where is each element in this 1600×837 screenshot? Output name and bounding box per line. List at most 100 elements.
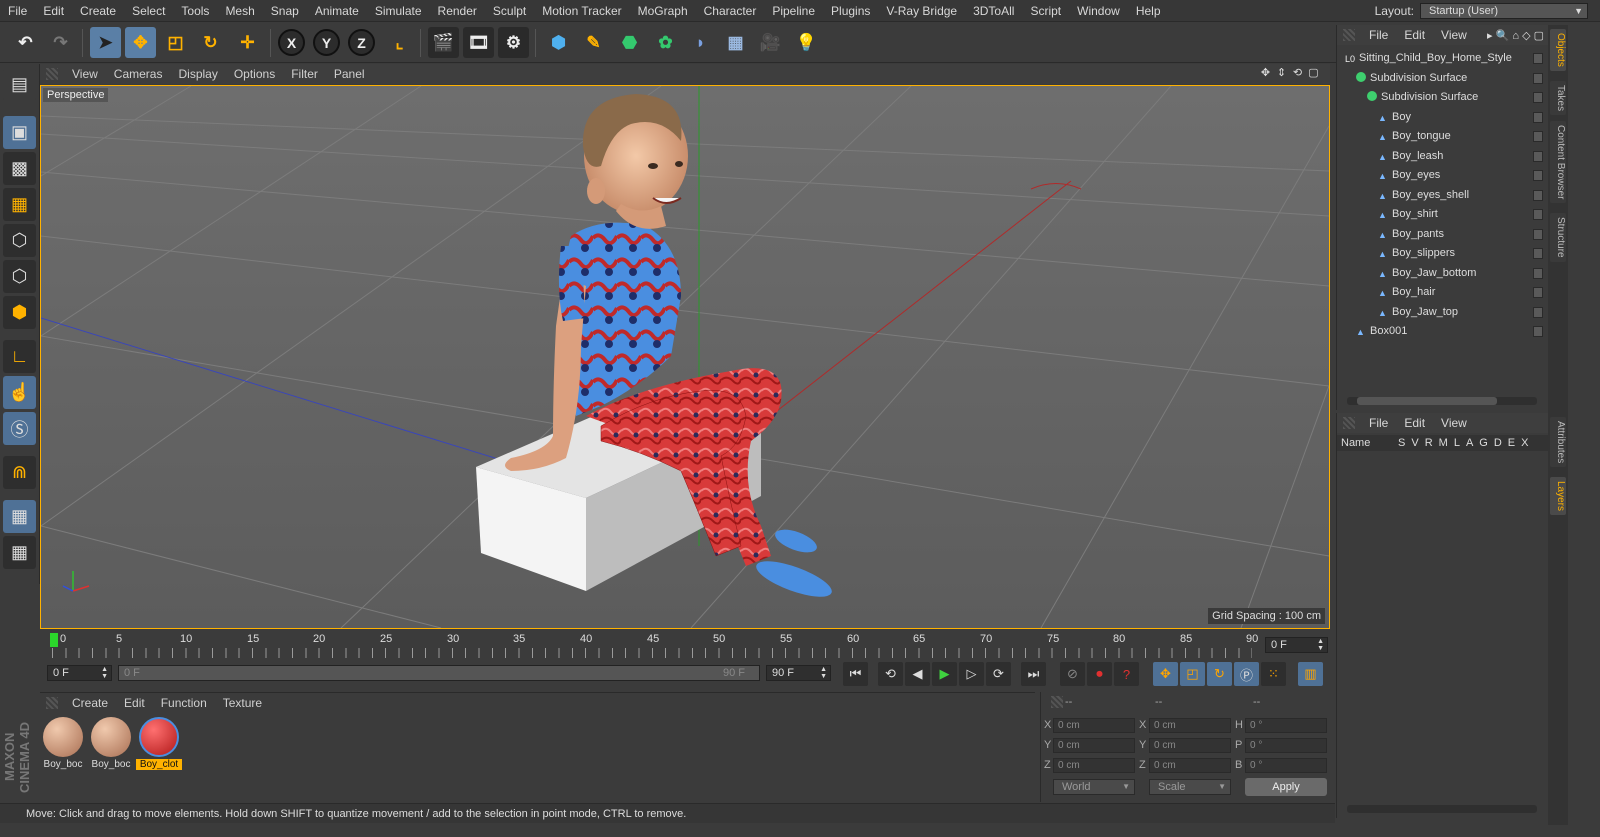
autokey-button[interactable]: ? [1114,662,1139,686]
object-tree-row[interactable]: ▲ Boy_hair [1337,283,1543,303]
redo-button[interactable]: ↷ [45,27,76,58]
menu-motion-tracker[interactable]: Motion Tracker [534,0,629,22]
visibility-toggle[interactable] [1533,131,1543,142]
render-picture-viewer-button[interactable]: 🎞 [463,27,494,58]
menu-mograph[interactable]: MoGraph [630,0,696,22]
object-horizontal-scrollbar[interactable] [1347,397,1537,405]
next-key-button[interactable]: ⟳ [986,662,1011,686]
object-tree-row[interactable]: ▲ Boy_shirt [1337,205,1543,225]
menu-pipeline[interactable]: Pipeline [764,0,823,22]
lock-workplane-button[interactable]: ▦ [3,500,36,533]
add-pen-button[interactable]: ✎ [578,27,609,58]
visibility-toggle[interactable] [1533,228,1543,240]
menu-edit[interactable]: Edit [35,0,72,22]
move-tool-button[interactable]: ✥ [125,27,156,58]
timeline-ruler[interactable]: 0 5 10 15 20 25 30 35 40 45 50 55 60 65 … [40,630,1330,660]
menu-window[interactable]: Window [1069,0,1128,22]
rotation-b-field[interactable]: 0 ° [1245,758,1327,773]
menu-render[interactable]: Render [430,0,485,22]
axis-z-button[interactable]: Z [348,29,375,56]
record-rotation-button[interactable]: ↻ [1207,662,1232,686]
add-cube-button[interactable]: ⬢ [543,27,574,58]
tweak-mode-button[interactable]: ☝ [3,376,36,409]
menu-snap[interactable]: Snap [263,0,307,22]
layer-col-view[interactable]: V [1408,435,1421,451]
material-menu-function[interactable]: Function [153,696,215,710]
visibility-toggle[interactable] [1533,306,1543,318]
go-to-end-button[interactable]: ⏭ [1021,662,1046,686]
menu-sculpt[interactable]: Sculpt [485,0,534,22]
object-tree-row[interactable]: ▲ Boy_slippers [1337,244,1543,264]
current-frame-field[interactable]: 0 F ▲ ▼ [1265,637,1328,653]
previous-frame-button[interactable]: ◀ [905,662,930,686]
menu-3dtoall[interactable]: 3DToAll [965,0,1022,22]
snap-button[interactable]: ⋒ [3,456,36,489]
add-array-button[interactable]: ✿ [650,27,681,58]
menu-file[interactable]: File [0,0,35,22]
coordinate-system-button[interactable]: ⌞ [384,27,415,58]
points-mode-button[interactable]: ⬡ [3,224,36,257]
scrollbar-thumb[interactable] [1357,397,1497,405]
record-position-button[interactable]: ✥ [1153,662,1178,686]
next-frame-button[interactable]: ▷ [959,662,984,686]
live-selection-button[interactable]: ✛ [232,27,263,58]
object-tree-row[interactable]: ▲ Boy_Jaw_top [1337,303,1543,323]
viewport-menu-options[interactable]: Options [226,67,283,81]
render-settings-button[interactable]: ⚙ [498,27,529,58]
timeline-window-button[interactable]: ▥ [1298,662,1323,686]
rotate-tool-button[interactable]: ↻ [195,27,226,58]
visibility-toggle[interactable] [1533,189,1543,201]
scale-tool-button[interactable]: ◰ [160,27,191,58]
axis-mode-button[interactable]: ∟ [3,340,36,373]
frame-range-slider[interactable]: 0 F 90 F [118,665,760,681]
viewport-menu-display[interactable]: Display [170,67,225,81]
maximize-icon[interactable]: ▢ [1307,67,1320,80]
menu-simulate[interactable]: Simulate [367,0,430,22]
object-tree-row[interactable]: ▲ Boy [1337,108,1543,128]
menu-vray-bridge[interactable]: V-Ray Bridge [878,0,965,22]
visibility-toggle[interactable] [1533,209,1543,220]
material-swatch[interactable]: Boy_boc [40,717,86,773]
object-tree-row[interactable]: Subdivision Surface [1337,88,1543,108]
menu-select[interactable]: Select [124,0,173,22]
axis-x-button[interactable]: X [278,29,305,56]
visibility-toggle[interactable] [1533,92,1543,103]
visibility-toggle[interactable] [1533,72,1543,84]
menu-character[interactable]: Character [696,0,765,22]
playhead-marker[interactable] [50,633,58,647]
menu-script[interactable]: Script [1022,0,1069,22]
object-tree-row[interactable]: ▲ Boy_pants [1337,225,1543,245]
model-mode-button[interactable]: ▣ [3,116,36,149]
play-button[interactable]: ▶ [932,662,957,686]
object-tree-row[interactable]: ▲ Boy_tongue [1337,127,1543,147]
rotation-p-field[interactable]: 0 ° [1245,738,1327,753]
object-tree-row[interactable]: Subdivision Surface [1337,69,1543,89]
edges-mode-button[interactable]: ⬡ [3,260,36,293]
record-pla-button[interactable]: ⁙ [1261,662,1286,686]
layer-col-name[interactable]: Name [1337,435,1395,451]
material-swatch-selected[interactable]: Boy_clot [136,717,182,773]
object-menu-file[interactable]: File [1361,28,1396,42]
visibility-toggle[interactable] [1533,150,1543,162]
object-tree-row[interactable]: ▲ Boy_leash [1337,147,1543,167]
layer-menu-file[interactable]: File [1361,416,1396,430]
tab-attributes[interactable]: Attributes [1550,417,1566,468]
position-x-field[interactable]: 0 cm [1053,718,1135,733]
visibility-toggle[interactable] [1533,267,1543,279]
viewport-menu-cameras[interactable]: Cameras [106,67,171,81]
object-menu-view[interactable]: View [1433,28,1475,42]
add-deformer-button[interactable]: ◗ [685,27,716,58]
record-scale-button[interactable]: ◰ [1180,662,1205,686]
previous-key-button[interactable]: ⟲ [878,662,903,686]
layer-col-locked[interactable]: L [1451,435,1463,451]
layer-col-xrefs[interactable]: X [1518,435,1531,451]
solo-button[interactable]: Ⓢ [3,412,36,445]
position-z-field[interactable]: 0 cm [1053,758,1135,773]
viewport-menu-view[interactable]: View [64,67,106,81]
visibility-toggle[interactable] [1533,170,1543,181]
visibility-toggle[interactable] [1533,248,1543,259]
menu-plugins[interactable]: Plugins [823,0,878,22]
texture-mode-button[interactable]: ▩ [3,152,36,185]
tab-layers[interactable]: Layers [1550,477,1566,516]
viewport-menu-panel[interactable]: Panel [326,67,373,81]
